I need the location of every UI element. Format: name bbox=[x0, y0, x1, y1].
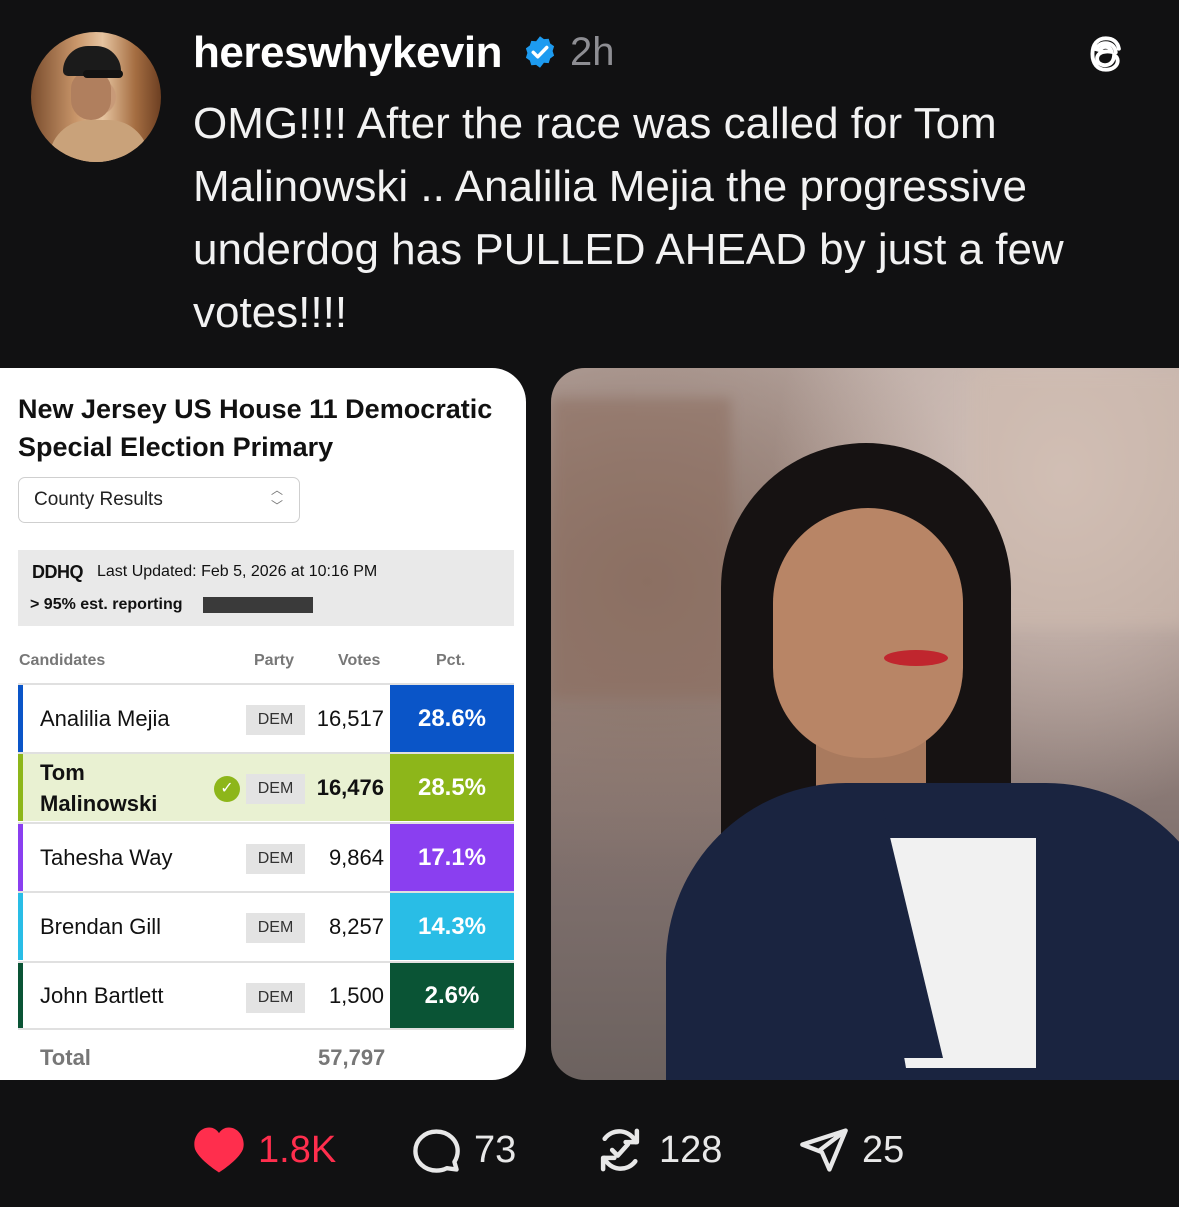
candidate-row[interactable]: John Bartlett DEM 1,500 2.6% bbox=[18, 961, 514, 1030]
post-caption: OMG!!!! After the race was called for To… bbox=[193, 99, 1064, 337]
row-color-stripe bbox=[18, 963, 23, 1028]
candidate-votes: 1,500 bbox=[328, 982, 384, 1008]
candidate-votes: 16,476 bbox=[316, 774, 384, 800]
post-time: 2h bbox=[570, 30, 615, 74]
candidate-votes: 8,257 bbox=[328, 913, 384, 939]
candidate-row[interactable]: Brendan Gill DEM 8,257 14.3% bbox=[18, 891, 514, 960]
repost-count: 128 bbox=[659, 1128, 723, 1171]
party-badge: DEM bbox=[246, 913, 305, 943]
party-badge: DEM bbox=[246, 983, 305, 1013]
heart-icon bbox=[194, 1127, 244, 1173]
party-badge: DEM bbox=[246, 774, 305, 804]
results-view-select[interactable]: County Results ︿ ﹀ bbox=[18, 477, 300, 523]
select-chevron-icon: ︿ ﹀ bbox=[270, 483, 283, 513]
row-color-stripe bbox=[18, 893, 23, 960]
candidate-pct: 2.6% bbox=[390, 963, 514, 1028]
candidate-row[interactable]: Tahesha Way DEM 9,864 17.1% bbox=[18, 822, 514, 891]
last-updated: Last Updated: Feb 5, 2026 at 10:16 PM bbox=[97, 563, 378, 580]
candidate-name: Tom Malinowski bbox=[40, 759, 158, 816]
candidate-pct: 28.5% bbox=[390, 754, 514, 821]
candidate-photo[interactable] bbox=[551, 368, 1179, 1080]
threads-logo-icon[interactable] bbox=[1080, 28, 1132, 80]
candidate-row-winner[interactable]: Tom Malinowski ✓ DEM 16,476 28.5% bbox=[18, 752, 514, 821]
candidate-name: Brendan Gill bbox=[40, 914, 162, 939]
comment-bubble-icon bbox=[413, 1129, 460, 1173]
header-party: Party bbox=[254, 652, 295, 669]
like-button[interactable]: 1.8K bbox=[192, 1122, 336, 1178]
party-badge: DEM bbox=[246, 705, 305, 735]
share-button[interactable]: 25 bbox=[798, 1122, 904, 1178]
repost-button[interactable]: 128 bbox=[593, 1122, 722, 1178]
header-pct: Pct. bbox=[436, 652, 466, 669]
profile-avatar[interactable] bbox=[31, 32, 161, 162]
comment-button[interactable]: 73 bbox=[410, 1122, 516, 1178]
ddhq-logo: DDHQ bbox=[32, 562, 84, 582]
reporting-info: DDHQ Last Updated: Feb 5, 2026 at 10:16 … bbox=[18, 550, 514, 626]
like-count: 1.8K bbox=[258, 1128, 337, 1171]
candidate-pct: 17.1% bbox=[390, 824, 514, 891]
share-count: 25 bbox=[862, 1128, 905, 1171]
select-value: County Results bbox=[34, 489, 163, 510]
reporting-progress-bar bbox=[203, 597, 313, 613]
row-color-stripe bbox=[18, 824, 23, 891]
candidate-votes: 16,517 bbox=[316, 705, 384, 731]
comment-count: 73 bbox=[474, 1128, 517, 1171]
winner-check-icon: ✓ bbox=[214, 776, 240, 802]
election-results-card[interactable]: New Jersey US House 11 Democratic Specia… bbox=[0, 368, 526, 1080]
repost-icon bbox=[600, 1128, 640, 1172]
candidate-name: Analilia Mejia bbox=[40, 706, 170, 731]
row-color-stripe bbox=[18, 754, 23, 821]
total-label: Total bbox=[40, 1045, 91, 1070]
candidate-pct: 28.6% bbox=[390, 685, 514, 752]
party-badge: DEM bbox=[246, 844, 305, 874]
candidate-name: Tahesha Way bbox=[40, 845, 173, 870]
candidate-name: John Bartlett bbox=[40, 983, 164, 1008]
header-candidates: Candidates bbox=[19, 652, 106, 669]
username[interactable]: hereswhykevin bbox=[193, 28, 503, 78]
candidate-pct: 14.3% bbox=[390, 893, 514, 960]
reporting-status: > 95% est. reporting bbox=[30, 596, 183, 613]
total-votes: 57,797 bbox=[318, 1045, 386, 1070]
send-icon bbox=[800, 1128, 848, 1172]
candidate-votes: 9,864 bbox=[328, 844, 384, 870]
election-title: New Jersey US House 11 Democratic Specia… bbox=[18, 394, 493, 462]
verified-badge-icon bbox=[525, 36, 555, 68]
candidate-row[interactable]: Analilia Mejia DEM 16,517 28.6% bbox=[18, 683, 514, 752]
header-votes: Votes bbox=[338, 652, 381, 669]
row-color-stripe bbox=[18, 685, 23, 752]
